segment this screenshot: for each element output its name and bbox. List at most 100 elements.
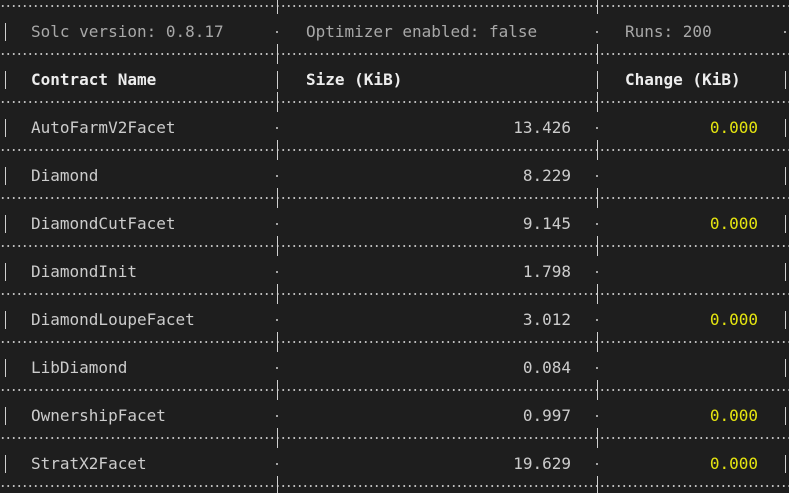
table-border xyxy=(0,437,789,439)
table-border xyxy=(0,149,789,151)
table-border xyxy=(0,389,789,391)
column-header-contract-name: Contract Name xyxy=(31,70,157,89)
border-pipe xyxy=(785,359,786,377)
meta-row: Solc version: 0.8.17 Optimizer enabled: … xyxy=(0,20,789,44)
column-divider xyxy=(277,92,278,112)
contract-size: 1.798 xyxy=(522,262,571,281)
table-row: LibDiamond 0.084 xyxy=(0,356,789,380)
border-pipe xyxy=(785,215,786,233)
separator-dot xyxy=(276,415,278,417)
separator-dot xyxy=(276,367,278,369)
separator-dot xyxy=(276,127,278,129)
column-divider xyxy=(597,236,598,256)
contract-name: StratX2Facet xyxy=(31,454,147,473)
column-divider xyxy=(277,428,278,448)
separator-dot xyxy=(596,319,598,321)
border-pipe xyxy=(5,311,6,329)
column-header-change: Change (KiB) xyxy=(625,70,741,89)
border-pipe xyxy=(785,167,786,185)
contract-change: 0.000 xyxy=(709,118,758,137)
border-pipe xyxy=(785,455,786,473)
table-border xyxy=(0,197,789,199)
column-divider xyxy=(277,44,278,64)
optimizer-label: Optimizer enabled: false xyxy=(306,22,538,41)
table-row: OwnershipFacet 0.997 0.000 xyxy=(0,404,789,428)
separator-dot xyxy=(784,31,786,33)
border-pipe xyxy=(597,71,598,89)
separator-dot xyxy=(276,223,278,225)
separator-dot xyxy=(596,463,598,465)
contract-name: LibDiamond xyxy=(31,358,128,377)
separator-dot xyxy=(596,271,598,273)
column-divider xyxy=(597,92,598,112)
contract-change: 0.000 xyxy=(709,406,758,425)
table-border xyxy=(0,245,789,247)
column-divider xyxy=(597,284,598,304)
border-pipe xyxy=(5,71,6,89)
separator-dot xyxy=(276,31,278,33)
contract-change: 0.000 xyxy=(709,454,758,473)
border-pipe xyxy=(785,311,786,329)
column-divider xyxy=(597,0,598,14)
runs-label: Runs: 200 xyxy=(625,22,712,41)
table-border-bottom xyxy=(0,485,789,487)
column-divider xyxy=(277,0,278,14)
border-pipe xyxy=(5,359,6,377)
contract-size: 8.229 xyxy=(522,166,571,185)
column-divider xyxy=(597,380,598,400)
table-border xyxy=(0,53,789,55)
separator-dot xyxy=(596,127,598,129)
column-divider xyxy=(597,188,598,208)
separator-dot xyxy=(596,367,598,369)
border-pipe xyxy=(5,23,6,41)
table-border xyxy=(0,101,789,103)
border-pipe xyxy=(277,71,278,89)
column-divider xyxy=(597,428,598,448)
border-pipe xyxy=(785,407,786,425)
contract-name: Diamond xyxy=(31,166,99,185)
contract-name: DiamondLoupeFacet xyxy=(31,310,195,329)
border-pipe xyxy=(785,71,786,89)
table-row: DiamondLoupeFacet 3.012 0.000 xyxy=(0,308,789,332)
contract-name: DiamondInit xyxy=(31,262,137,281)
contract-change xyxy=(620,164,758,188)
separator-dot xyxy=(276,271,278,273)
solc-version-label: Solc version: 0.8.17 xyxy=(31,22,224,41)
table-row: Diamond 8.229 xyxy=(0,164,789,188)
contract-size: 9.145 xyxy=(522,214,571,233)
border-pipe xyxy=(785,263,786,281)
separator-dot xyxy=(596,31,598,33)
contract-change xyxy=(620,356,758,380)
separator-dot xyxy=(596,223,598,225)
separator-dot xyxy=(596,415,598,417)
table-row: DiamondInit 1.798 xyxy=(0,260,789,284)
column-divider xyxy=(597,44,598,64)
contract-size: 19.629 xyxy=(513,454,571,473)
contract-name: AutoFarmV2Facet xyxy=(31,118,176,137)
contract-size: 0.084 xyxy=(522,358,571,377)
border-pipe xyxy=(785,119,786,137)
contract-change: 0.000 xyxy=(709,214,758,233)
contract-size: 0.997 xyxy=(522,406,571,425)
separator-dot xyxy=(596,175,598,177)
column-divider xyxy=(277,188,278,208)
contract-change xyxy=(620,260,758,284)
contract-change: 0.000 xyxy=(709,310,758,329)
contract-name: DiamondCutFacet xyxy=(31,214,176,233)
separator-dot xyxy=(276,175,278,177)
column-divider xyxy=(597,140,598,160)
table-row: DiamondCutFacet 9.145 0.000 xyxy=(0,212,789,236)
contract-name: OwnershipFacet xyxy=(31,406,166,425)
column-divider xyxy=(277,476,278,493)
border-pipe xyxy=(5,119,6,137)
column-divider xyxy=(597,332,598,352)
border-pipe xyxy=(5,167,6,185)
table-row: StratX2Facet 19.629 0.000 xyxy=(0,452,789,476)
table-border-top xyxy=(0,5,789,7)
column-divider xyxy=(277,332,278,352)
border-pipe xyxy=(5,407,6,425)
column-divider xyxy=(277,284,278,304)
column-divider xyxy=(277,380,278,400)
header-row: Contract Name Size (KiB) Change (KiB) xyxy=(0,68,789,92)
table-border xyxy=(0,341,789,343)
